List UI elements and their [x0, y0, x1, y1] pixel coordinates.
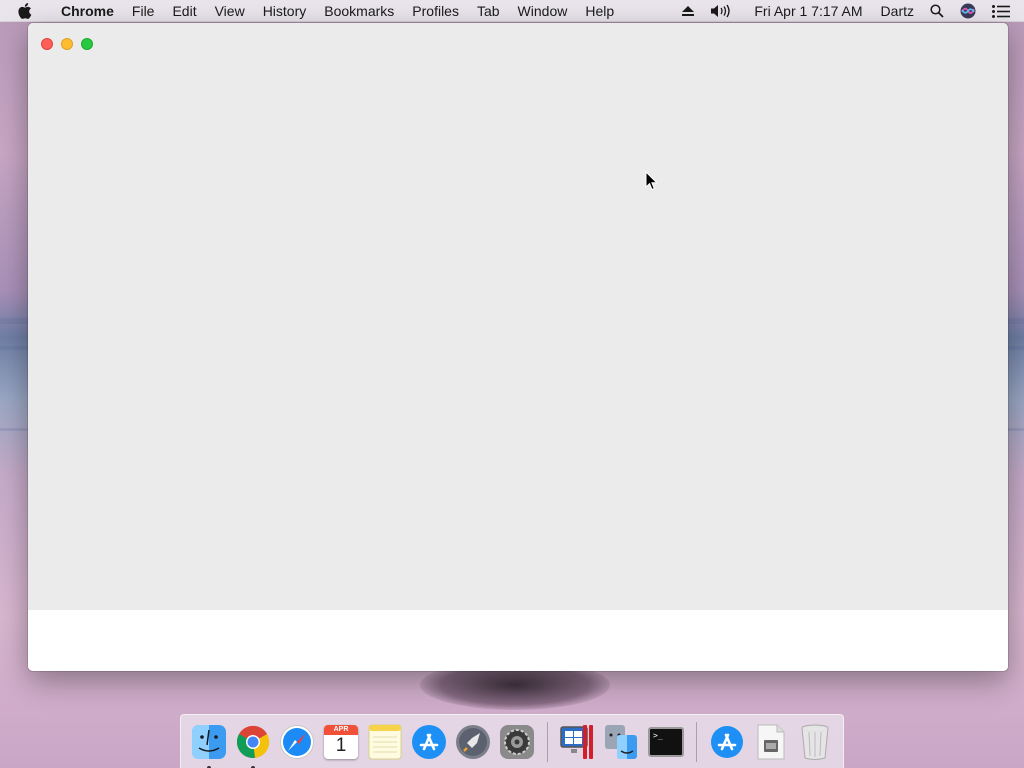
- dock-item-system-preferences[interactable]: [497, 722, 537, 762]
- window-content-area[interactable]: [28, 23, 1008, 610]
- minimize-window-button[interactable]: [61, 38, 73, 50]
- menu-profiles[interactable]: Profiles: [403, 0, 468, 22]
- zoom-window-button[interactable]: [81, 38, 93, 50]
- menu-bar: Chrome File Edit View History Bookmarks …: [0, 0, 1024, 22]
- parallels-icon: [560, 724, 593, 759]
- terminal-prompt: >_: [653, 730, 663, 740]
- chrome-window: [28, 23, 1008, 671]
- status-area: Fri Apr 1 7:17 AM Dartz: [674, 0, 1024, 22]
- apple-menu-icon[interactable]: [18, 2, 38, 19]
- dock-item-downloads[interactable]: [707, 722, 747, 762]
- dock-item-finder[interactable]: [189, 722, 229, 768]
- menu-view[interactable]: View: [206, 0, 254, 22]
- notification-center-icon[interactable]: [984, 4, 1024, 18]
- menu-file[interactable]: File: [123, 0, 164, 22]
- chrome-icon: [236, 725, 270, 758]
- volume-icon[interactable]: [702, 4, 740, 18]
- dock: APR 1 >_: [180, 714, 844, 768]
- dock-item-calendar[interactable]: APR 1: [321, 722, 361, 762]
- close-window-button[interactable]: [41, 38, 53, 50]
- downloads-icon: [711, 725, 743, 758]
- finder-icon: [192, 724, 226, 759]
- menu-history[interactable]: History: [254, 0, 316, 22]
- document-icon: [757, 724, 785, 759]
- menu-user-name[interactable]: Dartz: [871, 0, 922, 22]
- safari-icon: [280, 724, 314, 759]
- app-store-icon: [412, 724, 446, 759]
- menu-window[interactable]: Window: [509, 0, 577, 22]
- window-controls: [41, 38, 93, 50]
- menu-tab[interactable]: Tab: [468, 0, 509, 22]
- menu-clock[interactable]: Fri Apr 1 7:17 AM: [740, 0, 870, 22]
- dock-item-terminal[interactable]: >_: [646, 722, 686, 762]
- dock-item-trash[interactable]: [795, 722, 835, 762]
- dock-item-parallels[interactable]: [558, 722, 598, 762]
- mouse-pointer-icon: [645, 170, 659, 191]
- calendar-day: 1: [335, 734, 347, 756]
- dock-item-chrome[interactable]: [233, 722, 273, 768]
- system-preferences-icon: [500, 724, 534, 759]
- menu-bookmarks[interactable]: Bookmarks: [315, 0, 403, 22]
- migration-assistant-icon: [605, 724, 637, 759]
- menu-help[interactable]: Help: [576, 0, 623, 22]
- dock-separator: [696, 721, 697, 762]
- menu-edit[interactable]: Edit: [163, 0, 205, 22]
- spotlight-search-icon[interactable]: [922, 4, 952, 18]
- dock-item-notes[interactable]: [365, 722, 405, 762]
- calendar-month: APR: [324, 724, 358, 735]
- terminal-icon: >_: [648, 726, 684, 757]
- calendar-icon: APR 1: [324, 724, 358, 759]
- dock-item-launchpad[interactable]: [453, 722, 493, 762]
- launchpad-icon: [456, 724, 490, 759]
- dock-item-migration-assistant[interactable]: [602, 722, 642, 762]
- trash-icon: [801, 724, 829, 760]
- dock-item-safari[interactable]: [277, 722, 317, 762]
- dock-item-app-store[interactable]: [409, 722, 449, 762]
- dock-separator: [547, 721, 548, 762]
- menu-app-name[interactable]: Chrome: [52, 0, 123, 22]
- dock-item-document[interactable]: [751, 722, 791, 762]
- eject-icon[interactable]: [674, 5, 702, 17]
- notes-icon: [368, 724, 402, 759]
- window-bottom-panel: [28, 610, 1008, 671]
- siri-icon[interactable]: [952, 3, 984, 19]
